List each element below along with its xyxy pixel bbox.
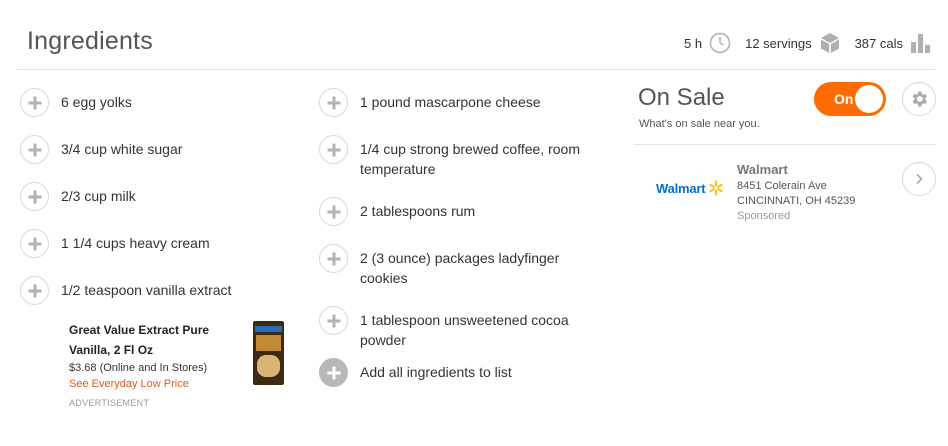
ingredient-item: 6 egg yolks bbox=[20, 88, 300, 117]
toggle-knob bbox=[855, 85, 883, 113]
ingredient-label: 2/3 cup milk bbox=[61, 188, 136, 204]
ad-product-name[interactable]: Great Value Extract Pure Vanilla, 2 Fl O… bbox=[69, 320, 219, 360]
ingredient-item: 2 (3 ounce) packages ladyfinger cookies bbox=[319, 244, 609, 288]
ingredient-item: 1/2 teaspoon vanilla extract bbox=[20, 276, 300, 305]
spark-icon bbox=[709, 180, 724, 196]
chevron-right-icon bbox=[916, 173, 923, 185]
ingredient-item: 1/4 cup strong brewed coffee, room tempe… bbox=[319, 135, 589, 179]
add-ingredient-button[interactable] bbox=[20, 88, 49, 117]
on-sale-toggle[interactable]: On bbox=[814, 82, 886, 116]
ingredient-label: 2 tablespoons rum bbox=[360, 203, 476, 219]
add-ingredient-button[interactable] bbox=[319, 135, 348, 164]
product-advertisement[interactable]: Great Value Extract Pure Vanilla, 2 Fl O… bbox=[69, 320, 289, 410]
page-title: Ingredients bbox=[27, 27, 153, 55]
store-next-button[interactable] bbox=[902, 162, 936, 196]
add-ingredient-button[interactable] bbox=[319, 306, 348, 335]
toggle-label: On bbox=[834, 91, 854, 107]
clock-icon bbox=[709, 32, 731, 54]
prep-time-text: 5 h bbox=[684, 35, 703, 51]
prep-time: 5 h bbox=[684, 32, 731, 54]
calories-text: 387 cals bbox=[854, 35, 903, 51]
store-address-line2: CINCINNATI, OH 45239 bbox=[737, 195, 856, 207]
ingredients-column-2: 1 pound mascarpone cheese 1/4 cup strong… bbox=[319, 88, 609, 405]
add-ingredient-button[interactable] bbox=[319, 244, 348, 273]
add-all-button[interactable] bbox=[319, 358, 348, 387]
add-ingredient-button[interactable] bbox=[20, 276, 49, 305]
header-divider bbox=[17, 69, 935, 70]
ingredient-item: 2/3 cup milk bbox=[20, 182, 300, 211]
store-address-line1: 8451 Colerain Ave bbox=[737, 180, 827, 192]
store-name: Walmart bbox=[737, 162, 788, 177]
on-sale-title: On Sale bbox=[638, 84, 725, 111]
servings: 12 servings bbox=[745, 32, 840, 54]
settings-button[interactable] bbox=[902, 82, 936, 116]
store-card[interactable]: Walmart Walmart 8451 Colerain Ave CINCIN… bbox=[656, 162, 936, 232]
ingredient-item: 1 1/4 cups heavy cream bbox=[20, 229, 300, 258]
ingredient-item: 2 tablespoons rum bbox=[319, 197, 609, 226]
add-ingredient-button[interactable] bbox=[20, 182, 49, 211]
add-all-label[interactable]: Add all ingredients to list bbox=[360, 358, 512, 382]
ingredient-label: 1/2 teaspoon vanilla extract bbox=[61, 282, 232, 298]
ingredient-label: 6 egg yolks bbox=[61, 94, 132, 110]
on-sale-subtitle: What's on sale near you. bbox=[639, 118, 760, 130]
ad-tag: ADVERTISEMENT bbox=[69, 398, 150, 408]
bar-chart-icon bbox=[911, 34, 930, 53]
vanilla-bottle-image[interactable] bbox=[253, 321, 284, 385]
add-ingredient-button[interactable] bbox=[319, 88, 348, 117]
add-ingredient-button[interactable] bbox=[20, 229, 49, 258]
ingredient-label: 1 tablespoon unsweetened cocoa powder bbox=[360, 312, 569, 348]
add-all-ingredients[interactable]: Add all ingredients to list bbox=[319, 358, 609, 387]
add-ingredient-button[interactable] bbox=[20, 135, 49, 164]
ingredient-item: 3/4 cup white sugar bbox=[20, 135, 300, 164]
cube-icon bbox=[820, 33, 839, 53]
on-sale-divider bbox=[634, 144, 936, 145]
store-sponsored: Sponsored bbox=[737, 210, 791, 222]
walmart-logo-text: Walmart bbox=[656, 180, 706, 196]
servings-text: 12 servings bbox=[745, 35, 812, 51]
add-ingredient-button[interactable] bbox=[319, 197, 348, 226]
ingredient-label: 1/4 cup strong brewed coffee, room tempe… bbox=[360, 141, 580, 177]
walmart-logo: Walmart bbox=[656, 180, 724, 196]
ingredient-label: 1 pound mascarpone cheese bbox=[360, 94, 541, 110]
recipe-meta: 5 h 12 servings 387 cals bbox=[670, 32, 932, 54]
ingredient-item: 1 pound mascarpone cheese bbox=[319, 88, 609, 117]
ingredient-label: 3/4 cup white sugar bbox=[61, 141, 183, 157]
ingredient-item: 1 tablespoon unsweetened cocoa powder bbox=[319, 306, 579, 350]
ingredient-label: 2 (3 ounce) packages ladyfinger cookies bbox=[360, 250, 560, 286]
gear-icon bbox=[912, 91, 927, 107]
calories: 387 cals bbox=[855, 32, 932, 54]
ingredient-label: 1 1/4 cups heavy cream bbox=[61, 235, 210, 251]
ingredients-column-1: 6 egg yolks 3/4 cup white sugar 2/3 cup … bbox=[20, 88, 300, 323]
